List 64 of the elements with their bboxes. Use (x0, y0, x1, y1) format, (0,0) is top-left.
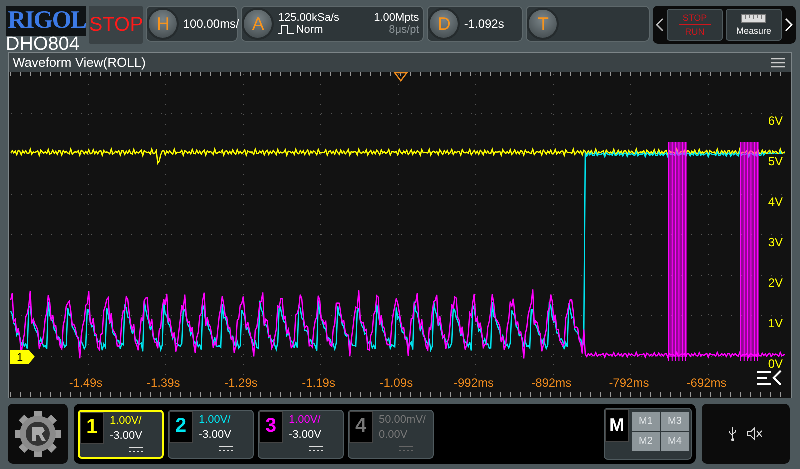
menu-icon[interactable] (771, 58, 785, 68)
gear-icon (14, 410, 62, 458)
voltage-label: 2V (768, 276, 783, 290)
collapse-icon[interactable] (756, 370, 782, 386)
model-name: DHO804 (6, 36, 81, 54)
dc-coupling-icon (129, 446, 143, 452)
time-label: -1.29s (224, 376, 258, 390)
channel-number: 2 (169, 410, 193, 442)
time-per-point: 8μs/pt (389, 24, 420, 36)
voltage-label: 0V (768, 357, 783, 371)
measure-button[interactable]: Measure (726, 9, 782, 41)
channel-card[interactable]: 1 1.00V/ -3.00V (78, 410, 164, 458)
menu-letter-icon: D (428, 8, 460, 40)
brand-logo: RIGOL (6, 6, 86, 36)
memory-depth: 1.00Mpts (374, 12, 420, 24)
dc-coupling-icon (309, 446, 323, 452)
voltage-label: 1V (768, 316, 783, 330)
acquire-mode: Norm (296, 24, 324, 36)
channel-number: 1 (80, 412, 104, 444)
horizontal-panel[interactable]: H 100.00ms/ (146, 6, 238, 42)
sample-rate: 125.00kSa/s (278, 12, 340, 24)
channel-number: 3 (259, 410, 283, 442)
panel-title: Waveform View(ROLL) (13, 55, 146, 70)
time-label: -1.49s (69, 376, 103, 390)
time-label: -1.19s (302, 376, 336, 390)
dc-coupling-icon (399, 446, 413, 452)
channel-number: 4 (349, 410, 373, 442)
usb-icon (729, 426, 737, 442)
time-label: -792ms (609, 376, 650, 390)
speaker-muted-icon (747, 427, 763, 441)
channel-card[interactable]: 2 1.00V/ -3.00V (168, 410, 254, 458)
channel-scale: 50.00mV/ (379, 414, 428, 426)
channel-offset: 0.00V (379, 428, 409, 440)
channel-scale: 1.00V/ (199, 414, 232, 426)
menu-letter-icon: H (147, 8, 180, 40)
time-label: -1.09s (380, 376, 414, 390)
voltage-label: 6V (768, 114, 783, 128)
pulse-icon (278, 25, 294, 35)
channel-marker: 1 (10, 350, 35, 364)
time-label: -1.39s (146, 376, 180, 390)
channel-card[interactable]: 3 1.00V/ -3.00V (258, 410, 344, 458)
channel-offset: -3.00V (199, 428, 232, 440)
trigger-position-icon (394, 72, 408, 82)
voltage-label: 4V (768, 195, 783, 209)
delay-value: -1.092s (464, 17, 504, 31)
horizontal-scale: 100.00ms/ (183, 17, 240, 31)
menu-letter-icon: T (527, 8, 560, 40)
voltage-label: 3V (768, 236, 783, 250)
dc-coupling-icon (219, 446, 233, 452)
channel-card[interactable]: 4 50.00mV/ 0.00V (348, 410, 434, 458)
channel-scale: 1.00V/ (289, 414, 322, 426)
channel-offset: -3.00V (110, 430, 144, 442)
menu-letter-icon: A (242, 8, 274, 40)
delay-panel[interactable]: D -1.092s (427, 6, 524, 42)
channel-offset: -3.00V (289, 428, 322, 440)
ruler-icon (741, 14, 767, 24)
time-label: -692ms (686, 376, 727, 390)
channel-scale: 1.00V/ (110, 414, 143, 426)
time-label: -992ms (454, 376, 494, 390)
home-button[interactable] (8, 404, 68, 464)
voltage-label: 5V (768, 154, 783, 168)
acquire-panel[interactable]: A 125.00kSa/s 1.00Mpts Norm 8μs/pt (241, 6, 424, 42)
math-button[interactable]: M (605, 409, 629, 442)
time-label: -892ms (532, 376, 572, 390)
